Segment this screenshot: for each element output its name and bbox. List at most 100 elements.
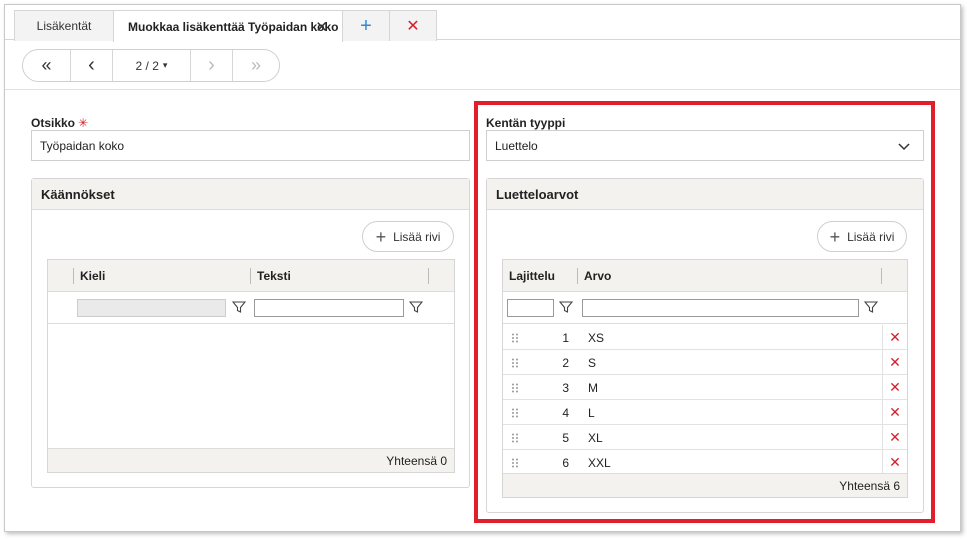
table-row[interactable]: 3 M ✕ bbox=[503, 375, 907, 400]
record-pager: « ‹ 2 / 2 ▾ › » bbox=[22, 49, 280, 82]
list-values-grid: Lajittelu Arvo 1 XS ✕ 2 S ✕ 3 M ✕ 4 L ✕ … bbox=[502, 259, 908, 498]
drag-handle-icon[interactable] bbox=[511, 433, 519, 443]
kaannokset-panel: Käännökset + Lisää rivi Kieli Teksti Yht… bbox=[31, 178, 470, 488]
sort-order: 3 bbox=[562, 381, 569, 395]
sort-order: 6 bbox=[562, 456, 569, 470]
double-chevron-right-icon: » bbox=[250, 55, 261, 75]
plus-icon: + bbox=[360, 14, 372, 37]
grid-header: Lajittelu Arvo bbox=[503, 260, 907, 292]
tab-bar: Lisäkentät Muokkaa lisäkenttää Työpaidan… bbox=[5, 5, 960, 42]
grid-footer: Yhteensä 6 bbox=[503, 473, 907, 497]
otsikko-value: Työpaidan koko bbox=[40, 138, 125, 153]
column-header-lajittelu[interactable]: Lajittelu bbox=[509, 269, 555, 283]
filter-row bbox=[48, 292, 454, 324]
delete-row-button[interactable]: ✕ bbox=[882, 425, 907, 449]
add-value-row-button[interactable]: + Lisää rivi bbox=[817, 221, 907, 252]
add-translation-row-button[interactable]: + Lisää rivi bbox=[362, 221, 454, 252]
list-value: XS bbox=[588, 331, 605, 345]
grid-header: Kieli Teksti bbox=[48, 260, 454, 292]
tab-label: Muokkaa lisäkenttää Työpaidan koko bbox=[128, 19, 339, 34]
total-count: Yhteensä 6 bbox=[839, 478, 900, 493]
column-header-arvo[interactable]: Arvo bbox=[584, 269, 611, 283]
filter-icon[interactable] bbox=[232, 300, 246, 314]
panel-title: Käännökset bbox=[41, 186, 115, 202]
drag-handle-icon[interactable] bbox=[511, 458, 519, 468]
delete-row-button[interactable]: ✕ bbox=[882, 400, 907, 424]
chevron-right-icon: › bbox=[208, 54, 215, 76]
filter-icon[interactable] bbox=[409, 300, 423, 314]
panel-title: Luetteloarvot bbox=[496, 186, 579, 202]
caret-down-icon: ▾ bbox=[162, 60, 168, 70]
button-label: Lisää rivi bbox=[393, 229, 441, 244]
close-all-tabs-button[interactable]: ✕ bbox=[389, 10, 437, 41]
page-selector[interactable]: 2 / 2 ▾ bbox=[113, 50, 191, 81]
kentan-tyyppi-label-text: Kentän tyyppi bbox=[486, 116, 566, 130]
close-icon: ✕ bbox=[889, 353, 901, 370]
app-window: Lisäkentät Muokkaa lisäkenttää Työpaidan… bbox=[4, 4, 961, 532]
column-separator bbox=[250, 268, 251, 284]
divider bbox=[5, 89, 960, 90]
close-icon: ✕ bbox=[889, 453, 901, 470]
column-separator bbox=[428, 268, 429, 284]
chevron-left-icon: ‹ bbox=[88, 54, 95, 76]
first-page-button[interactable]: « bbox=[23, 50, 71, 81]
otsikko-input[interactable]: Työpaidan koko bbox=[31, 130, 470, 161]
otsikko-label: Otsikko ✳ bbox=[31, 116, 88, 130]
close-tab-icon[interactable]: ✕ bbox=[315, 18, 328, 36]
list-value: L bbox=[588, 406, 595, 420]
sort-order: 1 bbox=[562, 331, 569, 345]
luetteloarvot-panel: Luetteloarvot + Lisää rivi Lajittelu Arv… bbox=[486, 178, 924, 513]
button-label: Lisää rivi bbox=[847, 229, 895, 244]
arvo-filter-input[interactable] bbox=[582, 299, 859, 317]
drag-handle-icon[interactable] bbox=[511, 358, 519, 368]
plus-icon: + bbox=[375, 226, 387, 247]
close-icon: ✕ bbox=[889, 428, 901, 445]
delete-row-button[interactable]: ✕ bbox=[882, 350, 907, 374]
add-tab-button[interactable]: + bbox=[342, 10, 390, 41]
list-value: S bbox=[588, 356, 597, 370]
filter-icon[interactable] bbox=[864, 300, 878, 314]
lajittelu-filter-input[interactable] bbox=[507, 299, 554, 317]
tab-edit-field[interactable]: Muokkaa lisäkenttää Työpaidan koko ✕ bbox=[113, 10, 343, 42]
table-row[interactable]: 4 L ✕ bbox=[503, 400, 907, 425]
delete-row-button[interactable]: ✕ bbox=[882, 450, 907, 474]
filter-icon[interactable] bbox=[559, 300, 573, 314]
table-row[interactable]: 6 XXL ✕ bbox=[503, 450, 907, 475]
drag-handle-icon[interactable] bbox=[511, 408, 519, 418]
next-page-button[interactable]: › bbox=[191, 50, 233, 81]
kieli-filter-input[interactable] bbox=[77, 299, 226, 317]
column-header-teksti[interactable]: Teksti bbox=[257, 269, 291, 283]
teksti-filter-input[interactable] bbox=[254, 299, 404, 317]
otsikko-label-text: Otsikko bbox=[31, 116, 76, 130]
prev-page-button[interactable]: ‹ bbox=[71, 50, 113, 81]
total-count: Yhteensä 0 bbox=[386, 453, 447, 468]
drag-handle-icon[interactable] bbox=[511, 333, 519, 343]
sort-order: 4 bbox=[562, 406, 569, 420]
close-icon: ✕ bbox=[889, 403, 901, 420]
kentan-tyyppi-label: Kentän tyyppi bbox=[486, 116, 565, 130]
table-row[interactable]: 2 S ✕ bbox=[503, 350, 907, 375]
column-separator bbox=[577, 268, 578, 284]
delete-row-button[interactable]: ✕ bbox=[882, 375, 907, 399]
close-icon: ✕ bbox=[889, 328, 901, 345]
delete-row-button[interactable]: ✕ bbox=[882, 325, 907, 349]
grid-footer: Yhteensä 0 bbox=[48, 448, 454, 472]
column-header-kieli[interactable]: Kieli bbox=[80, 269, 105, 283]
page-number: 2 / 2 bbox=[135, 58, 159, 73]
column-separator bbox=[881, 268, 882, 284]
last-page-button[interactable]: » bbox=[233, 50, 279, 81]
required-icon: ✳ bbox=[78, 116, 89, 130]
list-value: M bbox=[588, 381, 598, 395]
table-row[interactable]: 1 XS ✕ bbox=[503, 325, 907, 350]
table-row[interactable]: 5 XL ✕ bbox=[503, 425, 907, 450]
tab-lisakentat[interactable]: Lisäkentät bbox=[14, 10, 114, 41]
close-icon: ✕ bbox=[889, 378, 901, 395]
tab-label: Lisäkentät bbox=[36, 19, 92, 33]
chevron-down-icon bbox=[898, 143, 910, 151]
sort-order: 2 bbox=[562, 356, 569, 370]
list-value: XXL bbox=[588, 456, 611, 470]
translations-grid: Kieli Teksti Yhteensä 0 bbox=[47, 259, 455, 473]
filter-row bbox=[503, 292, 907, 324]
drag-handle-icon[interactable] bbox=[511, 383, 519, 393]
kentan-tyyppi-select[interactable]: Luettelo bbox=[486, 130, 924, 161]
